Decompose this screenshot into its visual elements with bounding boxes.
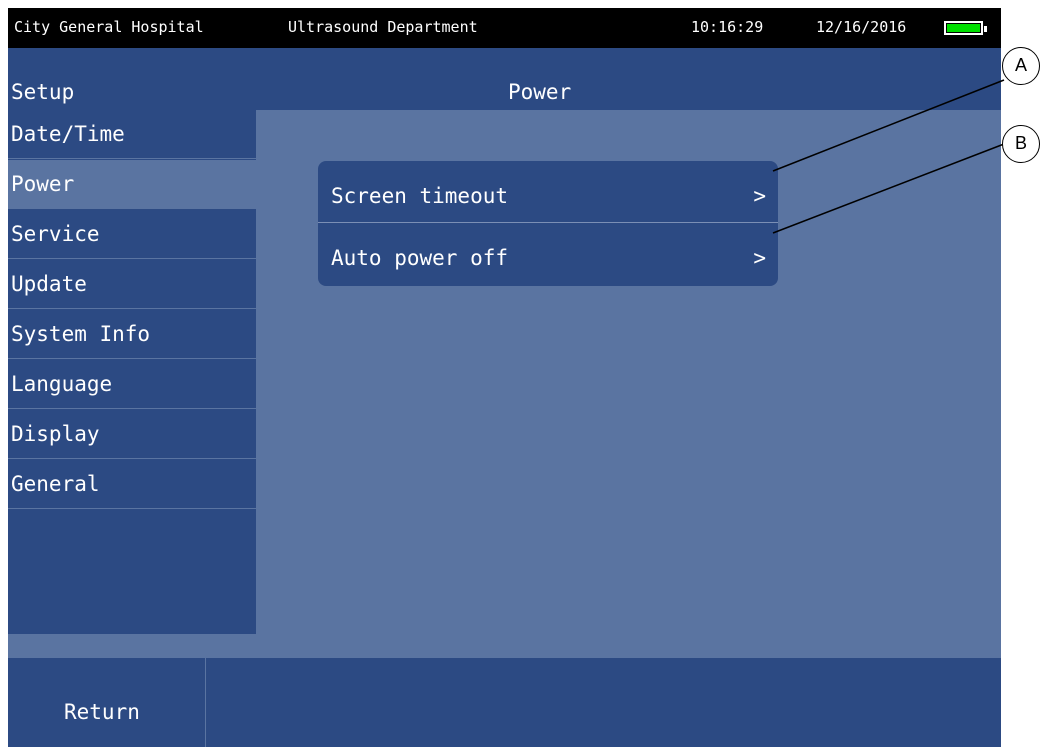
callout-lines — [772, 79, 1005, 234]
callout-a: A — [1002, 47, 1040, 85]
callout-b: B — [1002, 125, 1040, 163]
